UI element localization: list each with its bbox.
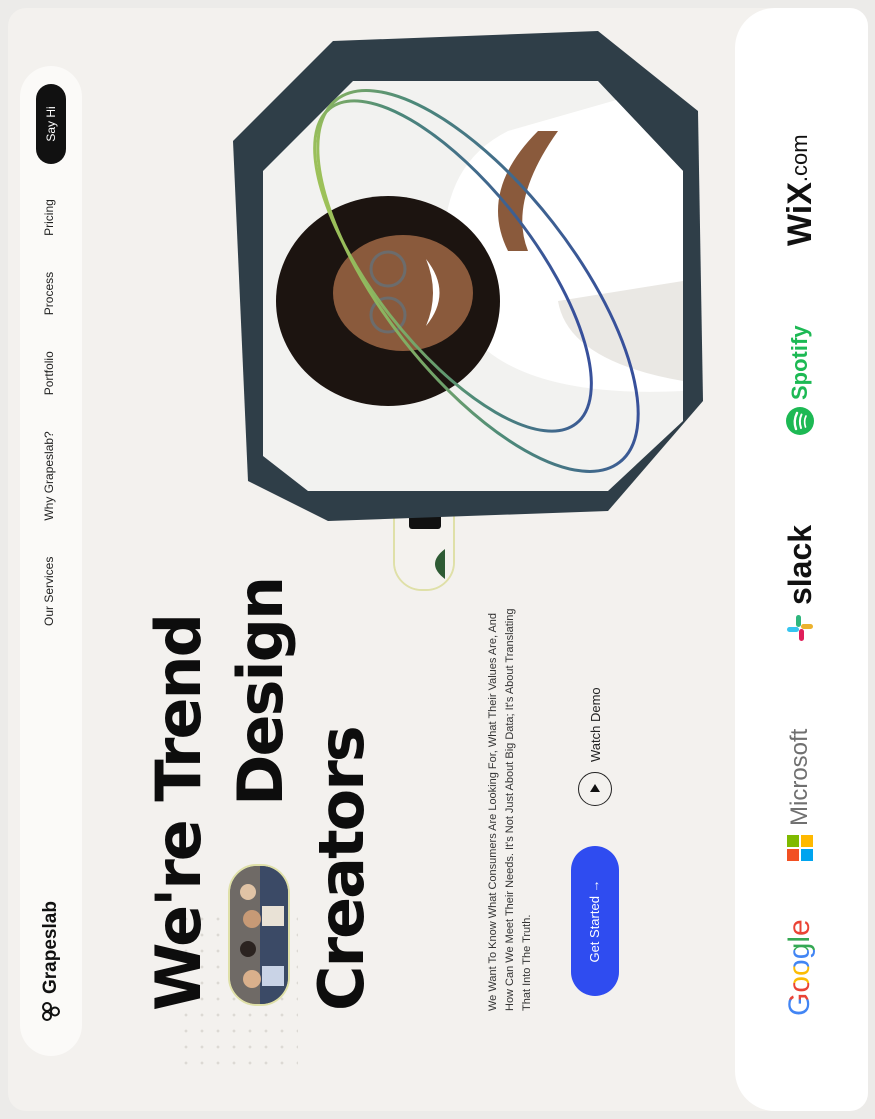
play-icon — [578, 772, 612, 806]
microsoft-logo-icon — [787, 835, 813, 861]
google-logo: Google — [775, 919, 825, 1016]
team-photo-pill — [228, 864, 290, 1006]
nav-link-portfolio[interactable]: Portfolio — [42, 351, 56, 395]
wix-logo-suffix: .com — [787, 134, 812, 183]
microsoft-logo: Microsoft — [775, 729, 825, 861]
spotify-logo-icon — [786, 407, 814, 435]
grapeslab-logo-icon — [42, 1002, 60, 1021]
say-hi-button[interactable]: Say Hi — [36, 84, 66, 164]
spotify-logo: Spotify — [775, 325, 825, 436]
wix-logo: WiX .com — [775, 134, 825, 246]
nav-link-our-services[interactable]: Our Services — [42, 557, 56, 626]
watch-demo-button[interactable]: Watch Demo — [578, 687, 612, 806]
hero-illustration — [233, 31, 703, 521]
headline-line-2: Design — [224, 577, 297, 806]
nav-links: Our Services Why Grapeslab? Portfolio Pr… — [42, 199, 56, 626]
rotated-content: Grapeslab Our Services Why Grapeslab? Po… — [8, 8, 868, 1111]
landing-page: Grapeslab Our Services Why Grapeslab? Po… — [8, 8, 868, 1111]
get-started-button[interactable]: Get Started → — [571, 846, 619, 996]
slack-logo: slack — [775, 525, 825, 643]
nav-link-pricing[interactable]: Pricing — [42, 199, 56, 236]
slack-logo-icon — [787, 615, 813, 641]
microsoft-logo-text: Microsoft — [786, 728, 813, 826]
team-photo-image — [230, 866, 288, 1004]
nav-link-why-grapeslab[interactable]: Why Grapeslab? — [42, 431, 56, 520]
spotify-logo-text: Spotify — [787, 325, 812, 400]
nav-link-process[interactable]: Process — [42, 272, 56, 315]
navbar: Grapeslab Our Services Why Grapeslab? Po… — [20, 66, 82, 1056]
watch-demo-label: Watch Demo — [587, 687, 603, 762]
brand-logo[interactable]: Grapeslab — [38, 901, 64, 1022]
wix-logo-text: WiX — [780, 182, 819, 246]
brand-name: Grapeslab — [40, 901, 61, 994]
headline-line-3: Creators — [305, 727, 378, 1011]
headline-line-1: We're Trend — [142, 614, 215, 1011]
hero-description: We Want To Know What Consumers Are Looki… — [487, 608, 533, 1011]
slack-logo-text: slack — [781, 524, 818, 605]
page-frame: Grapeslab Our Services Why Grapeslab? Po… — [0, 0, 875, 1119]
partner-logos-strip: Google Microsoft slack Spotify WiX .com — [735, 8, 868, 1111]
google-logo-text: Google — [783, 919, 816, 1016]
